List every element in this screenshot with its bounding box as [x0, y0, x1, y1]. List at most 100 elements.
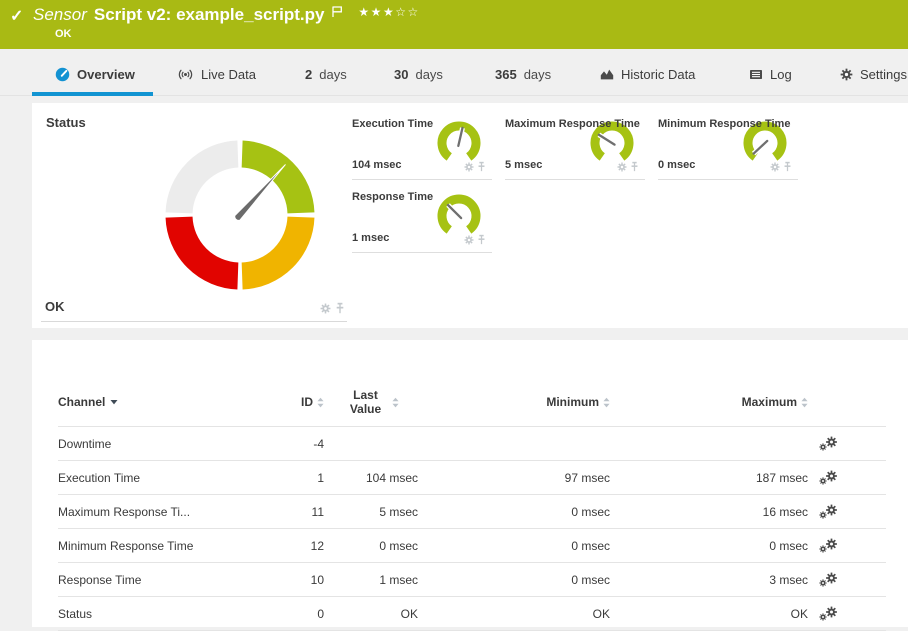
- gauge-segment-warning: [242, 217, 301, 276]
- tab-label-number: 365: [495, 67, 517, 82]
- channel-settings-icon[interactable]: [819, 504, 838, 520]
- tab-label-number: 30: [394, 67, 408, 82]
- channel-name: Status: [58, 607, 92, 621]
- channel-id: 11: [208, 505, 324, 519]
- active-tab-underline: [32, 92, 153, 96]
- gauge-needle: [448, 205, 461, 218]
- gauge-needle: [754, 141, 768, 154]
- tab-label: Historic Data: [621, 67, 695, 82]
- channel-id: 10: [208, 573, 324, 587]
- sensor-title: Script v2: example_script.py: [94, 4, 325, 26]
- column-header-channel[interactable]: Channel: [58, 395, 105, 409]
- gauge-title: Minimum Response Time: [658, 118, 790, 130]
- tab-label: Log: [770, 67, 792, 82]
- column-header-id[interactable]: ID: [301, 395, 313, 409]
- gauge-title: Execution Time: [352, 118, 433, 130]
- channel-name: Response Time: [58, 573, 141, 587]
- tab-365-days[interactable]: 365 days: [495, 62, 551, 86]
- tab-label: days: [524, 67, 551, 82]
- sort-icon[interactable]: [603, 397, 610, 408]
- gauge-segment-error: [179, 217, 238, 276]
- column-header-maximum[interactable]: Maximum: [742, 395, 797, 409]
- gauge-block-maximum-response-time: Maximum Response Time 5 msec: [505, 115, 645, 180]
- gauge-title: Maximum Response Time: [505, 118, 640, 130]
- sort-desc-icon[interactable]: [110, 399, 118, 405]
- table-row: Execution Time 1 104 msec 97 msec 187 ms…: [58, 461, 886, 495]
- gear-icon[interactable]: [770, 162, 780, 172]
- sensor-status-text: OK: [55, 28, 72, 40]
- tab-label-number: 2: [305, 67, 312, 82]
- channel-maximum: OK: [610, 607, 808, 621]
- tab-settings[interactable]: Settings: [840, 62, 907, 86]
- channel-last-value: 104 msec: [324, 471, 418, 485]
- sort-icon[interactable]: [801, 397, 808, 408]
- channel-maximum: 16 msec: [610, 505, 808, 519]
- status-gauge-title: Status: [46, 115, 86, 130]
- channel-name: Downtime: [58, 437, 111, 451]
- live-data-icon: [177, 68, 194, 81]
- tab-live-data[interactable]: Live Data: [177, 62, 256, 86]
- channel-last-value: OK: [324, 607, 418, 621]
- channel-id: 0: [208, 607, 324, 621]
- channel-settings-icon[interactable]: [819, 470, 838, 486]
- gear-icon[interactable]: [617, 162, 627, 172]
- gauge-value: 5 msec: [505, 159, 542, 171]
- gauge-value: 1 msec: [352, 232, 389, 244]
- gauge-value: 104 msec: [352, 159, 402, 171]
- channel-settings-icon[interactable]: [819, 572, 838, 588]
- channels-table: Channel ID Last Value Minimum Maximum Do…: [58, 378, 886, 631]
- table-row: Response Time 10 1 msec 0 msec 3 msec: [58, 563, 886, 597]
- tab-label: Overview: [77, 67, 135, 82]
- gauge-icon: [55, 67, 70, 82]
- channel-last-value: 1 msec: [324, 573, 418, 587]
- channel-name: Maximum Response Ti...: [58, 505, 190, 519]
- channel-minimum: 0 msec: [418, 539, 610, 553]
- pin-icon[interactable]: [630, 161, 639, 172]
- tab-label: days: [415, 67, 442, 82]
- gear-icon[interactable]: [464, 235, 474, 245]
- column-header-minimum[interactable]: Minimum: [546, 395, 599, 409]
- object-kind-label: Sensor: [33, 4, 87, 26]
- column-header-last-value[interactable]: Last Value: [344, 388, 388, 416]
- status-gauge-value: OK: [45, 299, 65, 314]
- pin-icon[interactable]: [335, 302, 345, 314]
- gear-icon[interactable]: [464, 162, 474, 172]
- table-row: Maximum Response Ti... 11 5 msec 0 msec …: [58, 495, 886, 529]
- gauge-block-minimum-response-time: Minimum Response Time 0 msec: [658, 115, 798, 180]
- channel-minimum: OK: [418, 607, 610, 621]
- tab-30-days[interactable]: 30 days: [394, 62, 443, 86]
- pin-icon[interactable]: [783, 161, 792, 172]
- pin-icon[interactable]: [477, 161, 486, 172]
- gauge-title: Response Time: [352, 191, 433, 203]
- tab-historic-data[interactable]: Historic Data: [600, 62, 695, 86]
- priority-stars[interactable]: ★★★☆☆: [358, 5, 419, 19]
- channel-settings-icon[interactable]: [819, 436, 838, 452]
- tab-label: Settings: [860, 67, 907, 82]
- channel-maximum: 0 msec: [610, 539, 808, 553]
- tab-2-days[interactable]: 2 days: [305, 62, 347, 86]
- channel-settings-icon[interactable]: [819, 538, 838, 554]
- priority-flag-icon[interactable]: [331, 5, 343, 18]
- sort-icon[interactable]: [317, 397, 324, 408]
- channel-settings-icon[interactable]: [819, 606, 838, 622]
- channel-name: Execution Time: [58, 471, 140, 485]
- channel-id: -4: [208, 437, 324, 451]
- table-row: Downtime -4: [58, 427, 886, 461]
- channel-last-value: 5 msec: [324, 505, 418, 519]
- tab-bar: Overview Live Data 2 days 30 days 365 da…: [0, 49, 908, 96]
- channel-maximum: 3 msec: [610, 573, 808, 587]
- pin-icon[interactable]: [477, 234, 486, 245]
- tab-log[interactable]: Log: [749, 62, 792, 86]
- tab-overview[interactable]: Overview: [55, 62, 135, 86]
- sort-icon[interactable]: [392, 397, 399, 408]
- gear-icon[interactable]: [320, 303, 331, 314]
- gauge-needle: [599, 135, 615, 145]
- historic-chart-icon: [600, 68, 614, 80]
- channel-minimum: 0 msec: [418, 505, 610, 519]
- log-list-icon: [749, 69, 763, 80]
- channel-name: Minimum Response Time: [58, 539, 193, 553]
- channel-id: 12: [208, 539, 324, 553]
- table-row: Minimum Response Time 12 0 msec 0 msec 0…: [58, 529, 886, 563]
- table-header-row: Channel ID Last Value Minimum Maximum: [58, 378, 886, 427]
- gauge-block-response-time: Response Time 1 msec: [352, 188, 492, 253]
